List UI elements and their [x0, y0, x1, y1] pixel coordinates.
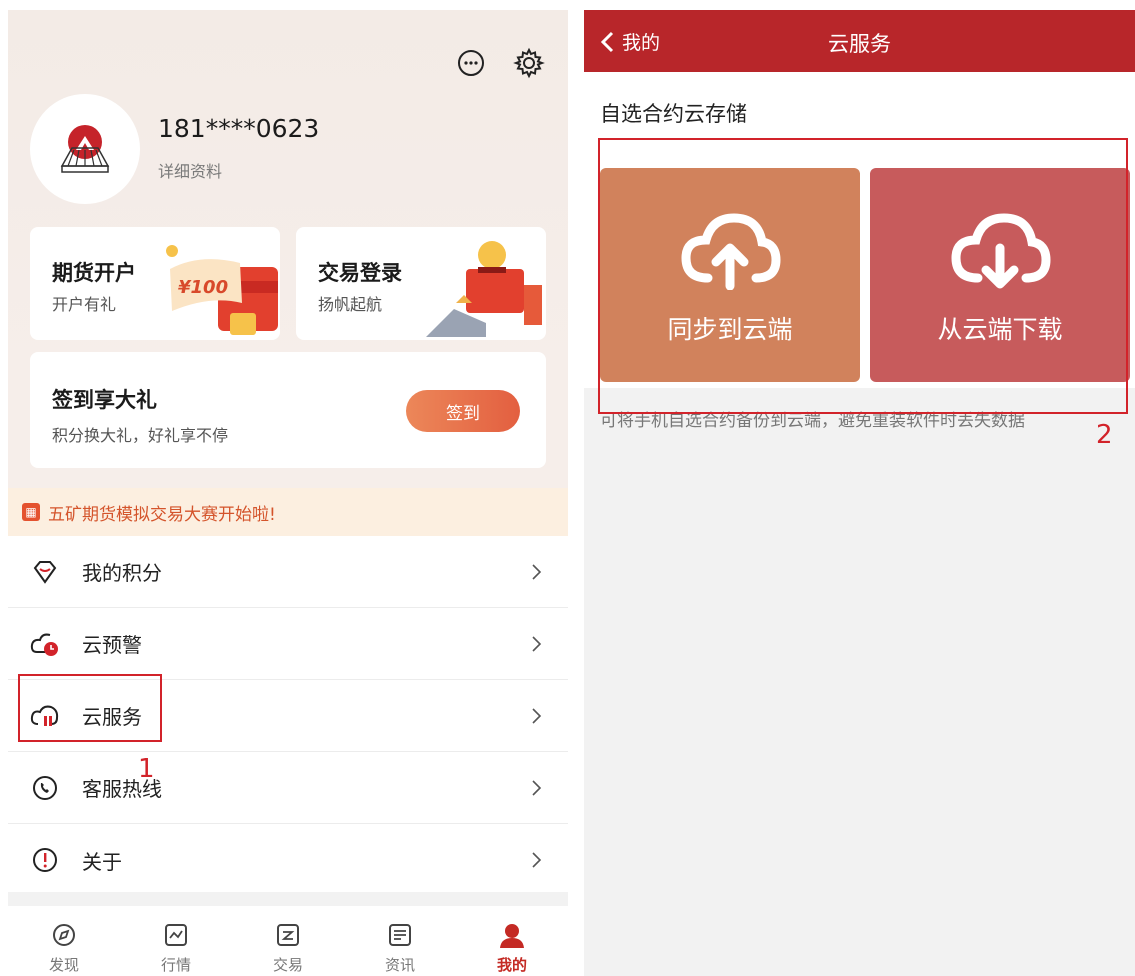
card-subtitle: 积分换大礼，好礼享不停	[52, 426, 229, 445]
card-title: 期货开户	[52, 261, 136, 285]
chevron-right-icon	[532, 852, 542, 868]
tab-label: 行情	[160, 956, 191, 974]
menu-item-about[interactable]: 关于	[8, 824, 568, 896]
tab-discover[interactable]: 发现	[8, 906, 120, 976]
user-phone: 181****0623	[158, 114, 320, 143]
tab-label: 交易	[272, 956, 303, 974]
phone-icon	[28, 771, 62, 805]
banner-text: 五矿期货模拟交易大赛开始啦!	[48, 504, 276, 525]
annotation-number-1: 1	[138, 754, 155, 784]
checkin-card: 签到享大礼 积分换大礼，好礼享不停 签到	[30, 352, 546, 468]
menu-item-cloud-alert[interactable]: 云预警	[8, 608, 568, 680]
futures-account-card[interactable]: 期货开户 开户有礼 ¥100	[30, 227, 280, 340]
piggy-bank-icon	[426, 241, 542, 337]
checkin-button[interactable]: 签到	[406, 390, 520, 432]
tab-news[interactable]: 资讯	[344, 906, 456, 976]
annotation-number-2: 2	[1096, 420, 1113, 450]
section-title: 自选合约云存储	[600, 102, 747, 126]
annotation-box-2	[598, 138, 1128, 414]
profile-screen: 181****0623 详细资料 期货开户 开户有礼 ¥100 交易登录 扬帆起…	[8, 10, 568, 976]
menu-item-points[interactable]: 我的积分	[8, 536, 568, 608]
news-icon	[389, 924, 411, 946]
tab-label: 资讯	[384, 956, 415, 974]
avatar[interactable]	[30, 94, 140, 204]
trade-icon	[277, 924, 299, 946]
top-icons	[454, 46, 546, 80]
menu-label: 关于	[82, 849, 122, 874]
promo-text: ¥100	[178, 277, 228, 298]
card-title: 交易登录	[318, 261, 402, 285]
compass-icon	[53, 924, 75, 946]
cloud-service-screen: 我的 云服务 自选合约云存储 同步到云端 从云端下载 可将手机自选合约备份到云端…	[584, 10, 1135, 976]
profile-detail-link[interactable]: 详细资料	[158, 158, 222, 182]
menu-item-hotline[interactable]: 客服热线	[8, 752, 568, 824]
company-logo-icon	[60, 125, 110, 173]
points-icon	[28, 555, 62, 589]
gift-icon: ▦	[22, 503, 40, 521]
tab-trade[interactable]: 交易	[232, 906, 344, 976]
chart-icon	[165, 924, 187, 946]
chevron-right-icon	[532, 780, 542, 796]
chevron-right-icon	[532, 708, 542, 724]
chevron-right-icon	[532, 564, 542, 580]
trade-login-card[interactable]: 交易登录 扬帆起航	[296, 227, 546, 340]
card-subtitle: 开户有礼	[52, 295, 117, 314]
annotation-box-1	[18, 674, 162, 742]
nav-bar: 我的 云服务	[584, 10, 1135, 72]
menu-label: 云预警	[82, 633, 142, 657]
tab-market[interactable]: 行情	[120, 906, 232, 976]
gift-coupon-icon: ¥100	[166, 245, 278, 335]
tab-label: 我的	[496, 956, 527, 974]
divider	[8, 892, 568, 906]
tab-label: 发现	[48, 956, 79, 974]
person-icon	[500, 924, 524, 948]
info-icon	[28, 843, 62, 877]
message-icon[interactable]	[454, 46, 488, 80]
tab-mine[interactable]: 我的	[456, 906, 568, 976]
contest-banner[interactable]: ▦ 五矿期货模拟交易大赛开始啦!	[8, 488, 568, 536]
menu-label: 我的积分	[82, 561, 162, 585]
bottom-tab-bar: 发现 行情 交易 资讯 我的	[8, 906, 568, 976]
gear-icon[interactable]	[512, 46, 546, 80]
card-subtitle: 扬帆起航	[318, 295, 383, 314]
card-title: 签到享大礼	[52, 388, 157, 412]
chevron-right-icon	[532, 636, 542, 652]
cloud-alert-icon	[28, 627, 62, 661]
page-title: 云服务	[828, 32, 891, 56]
